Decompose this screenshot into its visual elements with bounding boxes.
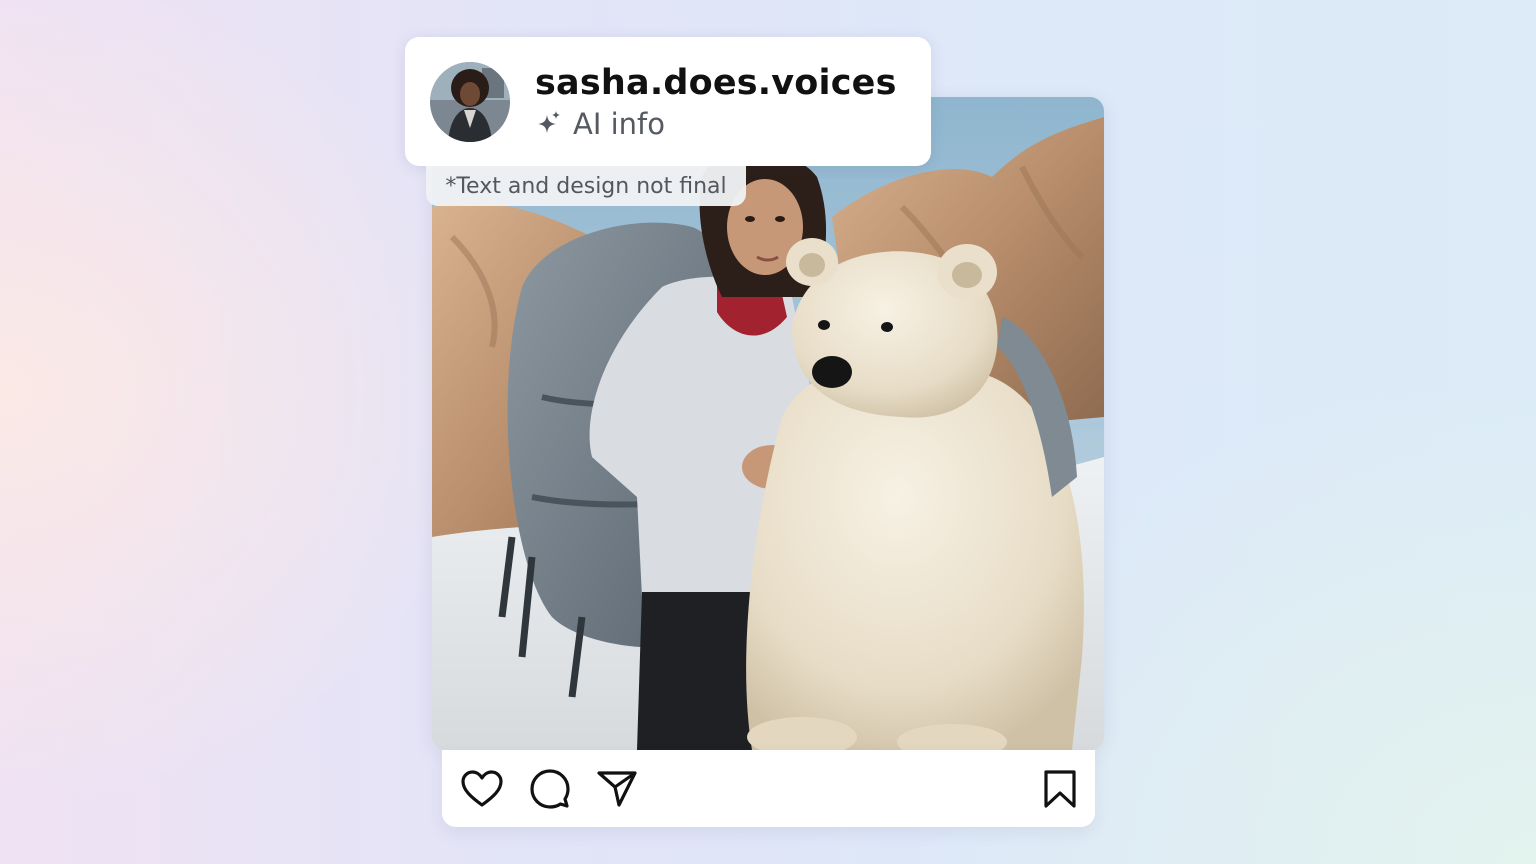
post-header-card: sasha.does.voices AI info: [405, 37, 931, 166]
post-action-bar: [442, 750, 1095, 827]
avatar[interactable]: [430, 62, 510, 142]
comment-button[interactable]: [528, 768, 572, 810]
heart-icon: [461, 770, 503, 807]
save-button[interactable]: [1038, 768, 1082, 810]
comment-icon: [530, 769, 570, 809]
ai-info-label: AI info: [573, 107, 665, 141]
ai-info-link[interactable]: AI info: [535, 107, 665, 141]
disclaimer-note: *Text and design not final: [426, 166, 746, 206]
avatar-photo: [430, 62, 510, 142]
bookmark-icon: [1044, 770, 1076, 808]
share-button[interactable]: [595, 768, 639, 810]
like-button[interactable]: [460, 768, 504, 810]
sparkle-icon: [538, 111, 560, 133]
send-icon: [597, 771, 637, 807]
username[interactable]: sasha.does.voices: [535, 63, 897, 103]
